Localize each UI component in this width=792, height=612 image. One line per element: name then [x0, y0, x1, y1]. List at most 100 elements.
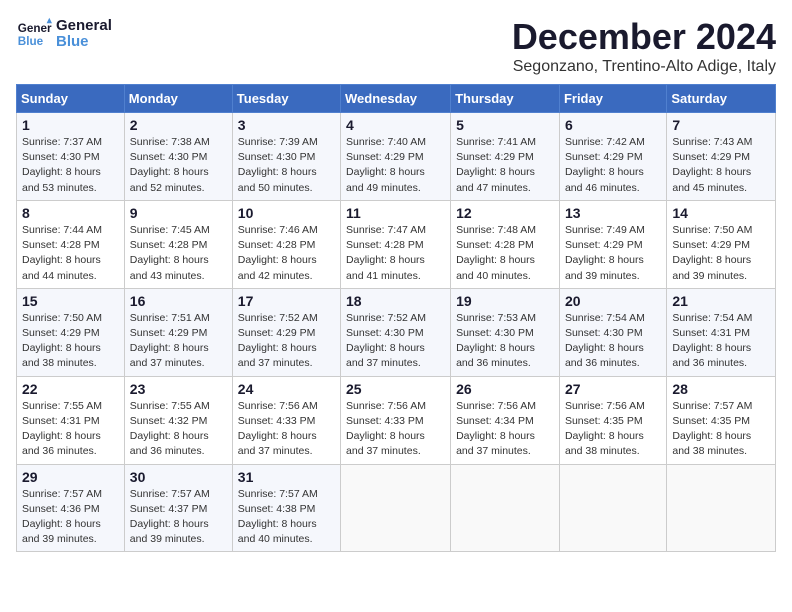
day-number: 17 — [238, 293, 335, 309]
day-number: 12 — [456, 205, 554, 221]
daylight-label: Daylight: 8 hours and 50 minutes. — [238, 166, 317, 193]
calendar-cell: 13 Sunrise: 7:49 AM Sunset: 4:29 PM Dayl… — [559, 200, 666, 288]
weekday-header-cell: Monday — [124, 85, 232, 113]
day-info: Sunrise: 7:57 AM Sunset: 4:38 PM Dayligh… — [238, 487, 335, 548]
daylight-label: Daylight: 8 hours and 42 minutes. — [238, 254, 317, 281]
day-number: 31 — [238, 469, 335, 485]
sunset-label: Sunset: 4:29 PM — [456, 151, 534, 163]
sunrise-label: Sunrise: 7:57 AM — [22, 488, 102, 500]
day-number: 18 — [346, 293, 445, 309]
day-info: Sunrise: 7:37 AM Sunset: 4:30 PM Dayligh… — [22, 135, 119, 196]
calendar-cell: 5 Sunrise: 7:41 AM Sunset: 4:29 PM Dayli… — [451, 113, 560, 201]
daylight-label: Daylight: 8 hours and 52 minutes. — [130, 166, 209, 193]
sunset-label: Sunset: 4:29 PM — [565, 239, 643, 251]
daylight-label: Daylight: 8 hours and 46 minutes. — [565, 166, 644, 193]
weekday-header-cell: Saturday — [667, 85, 776, 113]
day-info: Sunrise: 7:51 AM Sunset: 4:29 PM Dayligh… — [130, 311, 227, 372]
day-info: Sunrise: 7:55 AM Sunset: 4:31 PM Dayligh… — [22, 399, 119, 460]
calendar-week-row: 22 Sunrise: 7:55 AM Sunset: 4:31 PM Dayl… — [17, 376, 776, 464]
calendar-cell: 28 Sunrise: 7:57 AM Sunset: 4:35 PM Dayl… — [667, 376, 776, 464]
sunset-label: Sunset: 4:28 PM — [456, 239, 534, 251]
logo-icon: General Blue — [16, 16, 52, 52]
sunset-label: Sunset: 4:30 PM — [130, 151, 208, 163]
sunrise-label: Sunrise: 7:55 AM — [130, 400, 210, 412]
day-info: Sunrise: 7:57 AM Sunset: 4:37 PM Dayligh… — [130, 487, 227, 548]
page-header: General Blue General Blue December 2024 … — [16, 16, 776, 76]
calendar-cell: 23 Sunrise: 7:55 AM Sunset: 4:32 PM Dayl… — [124, 376, 232, 464]
sunset-label: Sunset: 4:38 PM — [238, 503, 316, 515]
sunrise-label: Sunrise: 7:57 AM — [130, 488, 210, 500]
sunset-label: Sunset: 4:33 PM — [346, 415, 424, 427]
day-info: Sunrise: 7:38 AM Sunset: 4:30 PM Dayligh… — [130, 135, 227, 196]
calendar-cell: 1 Sunrise: 7:37 AM Sunset: 4:30 PM Dayli… — [17, 113, 125, 201]
day-number: 23 — [130, 381, 227, 397]
logo: General Blue General Blue — [16, 16, 112, 52]
daylight-label: Daylight: 8 hours and 36 minutes. — [22, 430, 101, 457]
day-number: 6 — [565, 117, 661, 133]
sunset-label: Sunset: 4:28 PM — [238, 239, 316, 251]
daylight-label: Daylight: 8 hours and 36 minutes. — [456, 342, 535, 369]
day-info: Sunrise: 7:50 AM Sunset: 4:29 PM Dayligh… — [672, 223, 770, 284]
sunrise-label: Sunrise: 7:50 AM — [22, 312, 102, 324]
day-info: Sunrise: 7:49 AM Sunset: 4:29 PM Dayligh… — [565, 223, 661, 284]
sunset-label: Sunset: 4:30 PM — [22, 151, 100, 163]
daylight-label: Daylight: 8 hours and 45 minutes. — [672, 166, 751, 193]
sunset-label: Sunset: 4:32 PM — [130, 415, 208, 427]
sunrise-label: Sunrise: 7:55 AM — [22, 400, 102, 412]
sunset-label: Sunset: 4:31 PM — [22, 415, 100, 427]
sunrise-label: Sunrise: 7:54 AM — [565, 312, 645, 324]
day-number: 11 — [346, 205, 445, 221]
day-info: Sunrise: 7:57 AM Sunset: 4:35 PM Dayligh… — [672, 399, 770, 460]
day-info: Sunrise: 7:54 AM Sunset: 4:31 PM Dayligh… — [672, 311, 770, 372]
calendar-cell: 26 Sunrise: 7:56 AM Sunset: 4:34 PM Dayl… — [451, 376, 560, 464]
calendar-week-row: 15 Sunrise: 7:50 AM Sunset: 4:29 PM Dayl… — [17, 288, 776, 376]
sunrise-label: Sunrise: 7:40 AM — [346, 136, 426, 148]
calendar-cell: 14 Sunrise: 7:50 AM Sunset: 4:29 PM Dayl… — [667, 200, 776, 288]
sunset-label: Sunset: 4:30 PM — [565, 327, 643, 339]
sunset-label: Sunset: 4:29 PM — [130, 327, 208, 339]
calendar-week-row: 29 Sunrise: 7:57 AM Sunset: 4:36 PM Dayl… — [17, 464, 776, 552]
daylight-label: Daylight: 8 hours and 36 minutes. — [565, 342, 644, 369]
day-number: 8 — [22, 205, 119, 221]
weekday-header-cell: Wednesday — [341, 85, 451, 113]
sunset-label: Sunset: 4:29 PM — [22, 327, 100, 339]
sunrise-label: Sunrise: 7:56 AM — [238, 400, 318, 412]
day-info: Sunrise: 7:52 AM Sunset: 4:29 PM Dayligh… — [238, 311, 335, 372]
daylight-label: Daylight: 8 hours and 38 minutes. — [22, 342, 101, 369]
sunrise-label: Sunrise: 7:52 AM — [346, 312, 426, 324]
weekday-header-cell: Tuesday — [232, 85, 340, 113]
daylight-label: Daylight: 8 hours and 36 minutes. — [130, 430, 209, 457]
sunrise-label: Sunrise: 7:51 AM — [130, 312, 210, 324]
sunrise-label: Sunrise: 7:49 AM — [565, 224, 645, 236]
day-info: Sunrise: 7:42 AM Sunset: 4:29 PM Dayligh… — [565, 135, 661, 196]
calendar-cell: 7 Sunrise: 7:43 AM Sunset: 4:29 PM Dayli… — [667, 113, 776, 201]
day-info: Sunrise: 7:45 AM Sunset: 4:28 PM Dayligh… — [130, 223, 227, 284]
calendar-week-row: 1 Sunrise: 7:37 AM Sunset: 4:30 PM Dayli… — [17, 113, 776, 201]
day-number: 5 — [456, 117, 554, 133]
daylight-label: Daylight: 8 hours and 39 minutes. — [22, 518, 101, 545]
day-info: Sunrise: 7:43 AM Sunset: 4:29 PM Dayligh… — [672, 135, 770, 196]
calendar-cell — [451, 464, 560, 552]
sunset-label: Sunset: 4:29 PM — [672, 151, 750, 163]
daylight-label: Daylight: 8 hours and 44 minutes. — [22, 254, 101, 281]
calendar-table: SundayMondayTuesdayWednesdayThursdayFrid… — [16, 84, 776, 552]
calendar-body: 1 Sunrise: 7:37 AM Sunset: 4:30 PM Dayli… — [17, 113, 776, 552]
calendar-cell: 18 Sunrise: 7:52 AM Sunset: 4:30 PM Dayl… — [341, 288, 451, 376]
day-number: 10 — [238, 205, 335, 221]
day-number: 1 — [22, 117, 119, 133]
daylight-label: Daylight: 8 hours and 37 minutes. — [130, 342, 209, 369]
daylight-label: Daylight: 8 hours and 37 minutes. — [238, 430, 317, 457]
day-info: Sunrise: 7:46 AM Sunset: 4:28 PM Dayligh… — [238, 223, 335, 284]
day-info: Sunrise: 7:54 AM Sunset: 4:30 PM Dayligh… — [565, 311, 661, 372]
daylight-label: Daylight: 8 hours and 38 minutes. — [672, 430, 751, 457]
day-number: 19 — [456, 293, 554, 309]
day-number: 3 — [238, 117, 335, 133]
day-info: Sunrise: 7:56 AM Sunset: 4:33 PM Dayligh… — [346, 399, 445, 460]
day-number: 2 — [130, 117, 227, 133]
day-number: 7 — [672, 117, 770, 133]
day-number: 26 — [456, 381, 554, 397]
calendar-cell — [667, 464, 776, 552]
calendar-cell: 4 Sunrise: 7:40 AM Sunset: 4:29 PM Dayli… — [341, 113, 451, 201]
sunrise-label: Sunrise: 7:42 AM — [565, 136, 645, 148]
calendar-cell — [341, 464, 451, 552]
